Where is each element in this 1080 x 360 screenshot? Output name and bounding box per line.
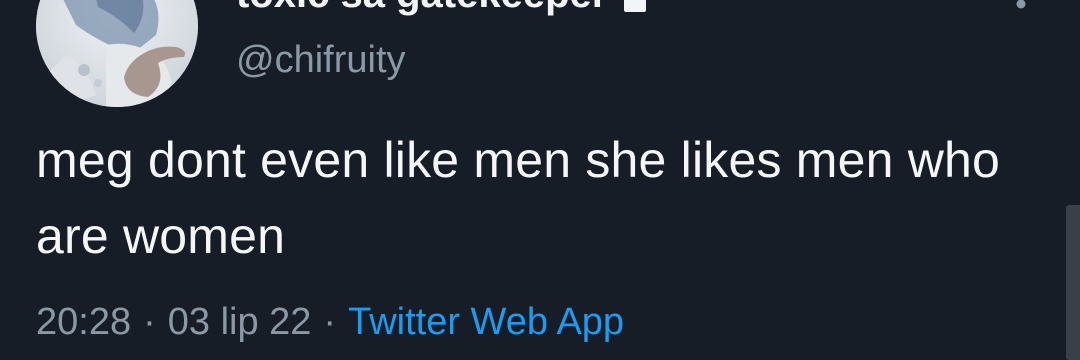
display-name[interactable]: toxic sa gatekeeper [236, 0, 607, 18]
meta-separator: · [323, 301, 337, 343]
username-handle[interactable]: @chifruity [236, 36, 406, 84]
tweet-date[interactable]: 03 lip 22 [168, 297, 312, 347]
lock-icon [621, 0, 649, 12]
tweet-source-link[interactable]: Twitter Web App [348, 297, 624, 347]
tweet: toxic sa gatekeeper @chifruity meg dont … [0, 0, 1080, 360]
avatar[interactable] [36, 0, 198, 107]
display-name-row: toxic sa gatekeeper [236, 0, 649, 18]
tweet-text: meg dont even like men she likes men who… [36, 132, 1001, 264]
more-icon [1013, 0, 1029, 15]
more-button[interactable] [1006, 0, 1036, 12]
scrollbar[interactable] [1066, 205, 1080, 360]
tweet-time[interactable]: 20:28 [36, 297, 131, 347]
tweet-meta: 20:28 · 03 lip 22 · Twitter Web App [36, 297, 624, 347]
meta-separator: · [143, 301, 156, 343]
avatar-image [36, 0, 198, 107]
